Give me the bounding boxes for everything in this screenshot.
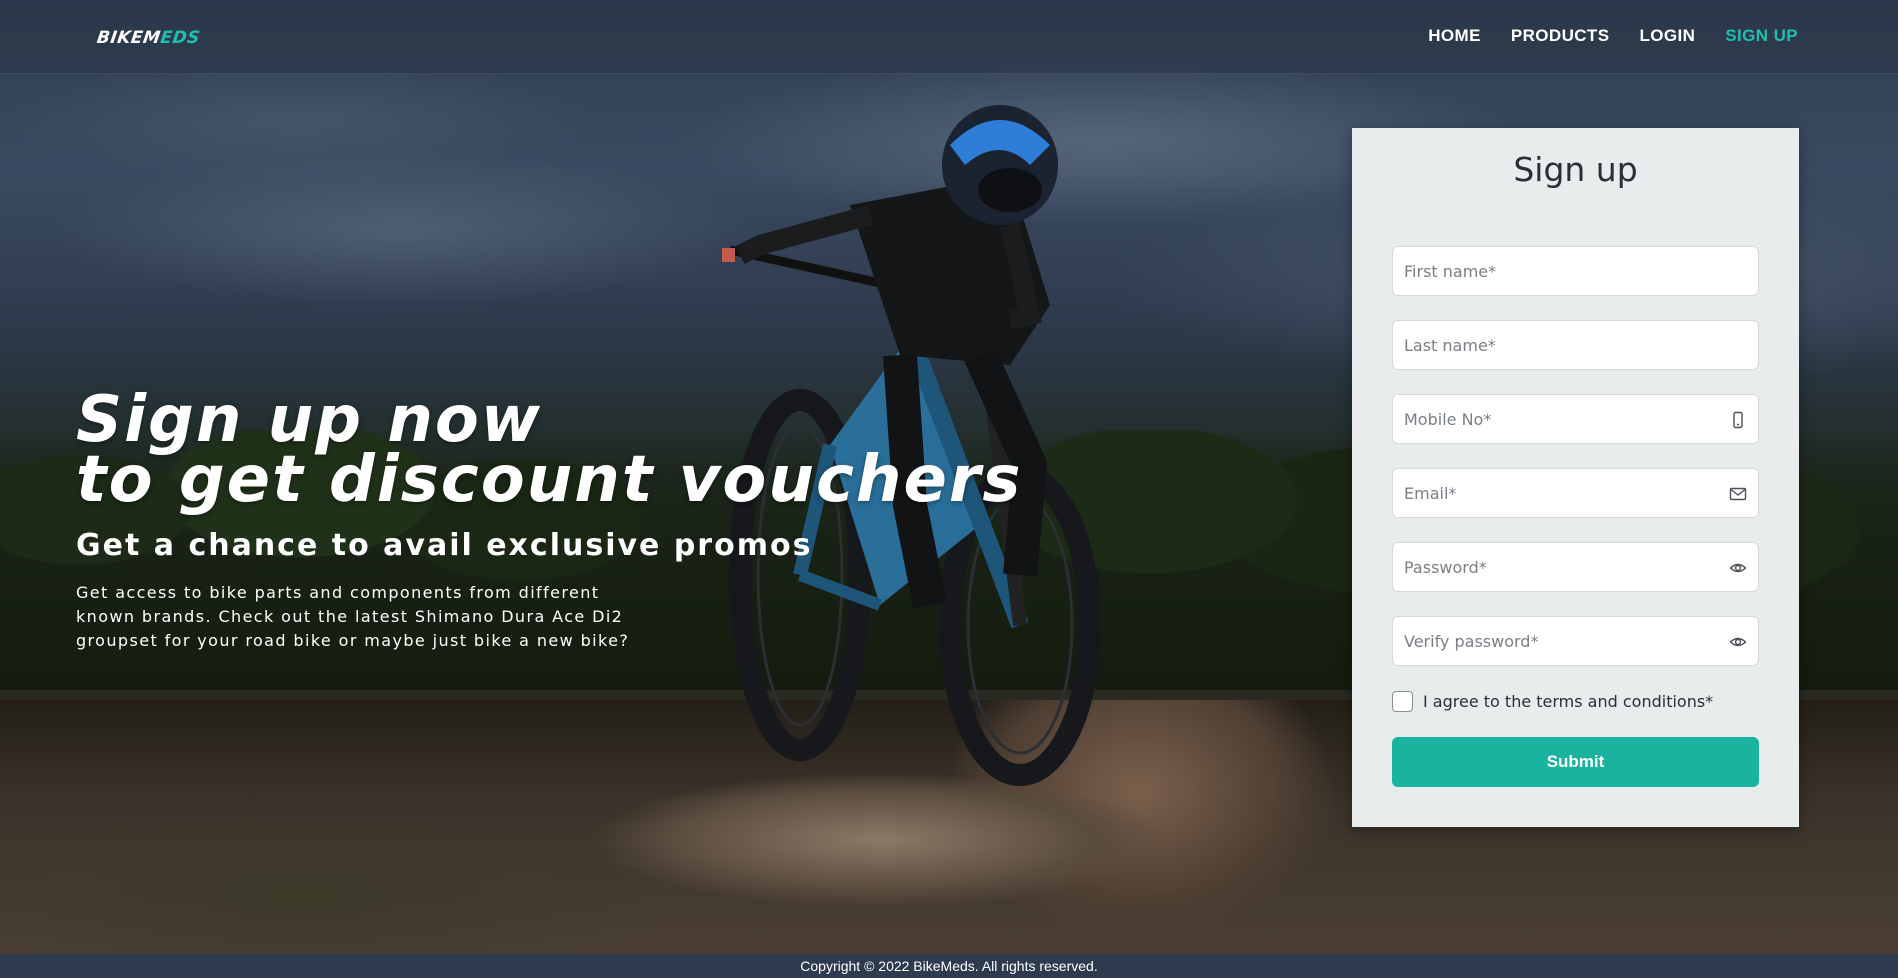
mail-icon <box>1729 487 1747 501</box>
signup-form: Sign up I agree to <box>1352 128 1799 827</box>
terms-checkbox[interactable] <box>1392 691 1413 712</box>
submit-button[interactable]: Submit <box>1392 737 1759 787</box>
headline-line-2: to get discount vouchers <box>76 443 1023 517</box>
nav-products-link[interactable]: PRODUCTS <box>1511 26 1610 46</box>
terms-label[interactable]: I agree to the terms and conditions* <box>1423 692 1713 711</box>
hero-headline: Sign up now to get discount vouchers <box>76 383 1036 517</box>
last-name-input[interactable] <box>1393 321 1758 369</box>
email-input[interactable] <box>1393 469 1758 517</box>
first-name-field <box>1392 246 1759 296</box>
copyright-text: Copyright © 2022 BikeMeds. All rights re… <box>800 958 1098 974</box>
headline-line-1: Sign up now <box>76 383 542 457</box>
hero-body-text: Get access to bike parts and components … <box>76 583 630 650</box>
mobile-field <box>1392 394 1759 444</box>
main-nav: HOME PRODUCTS LOGIN SIGN UP <box>1428 26 1798 46</box>
terms-row: I agree to the terms and conditions* <box>1392 691 1713 712</box>
brand-logo[interactable]: BIKEMEDS <box>96 28 202 48</box>
hero-text-block: Sign up now to get discount vouchers Get… <box>76 383 1036 653</box>
eye-icon[interactable] <box>1729 633 1747 651</box>
last-name-field <box>1392 320 1759 370</box>
verify-password-field <box>1392 616 1759 666</box>
nav-login-link[interactable]: LOGIN <box>1639 26 1695 46</box>
first-name-input[interactable] <box>1393 247 1758 295</box>
mobile-input[interactable] <box>1393 395 1758 443</box>
nav-home-link[interactable]: HOME <box>1428 26 1481 46</box>
nav-signup-link[interactable]: SIGN UP <box>1725 26 1798 46</box>
phone-icon <box>1733 411 1743 429</box>
password-field <box>1392 542 1759 592</box>
top-navbar: BIKEMEDS HOME PRODUCTS LOGIN SIGN UP <box>0 0 1898 74</box>
password-input[interactable] <box>1393 543 1758 591</box>
eye-icon[interactable] <box>1729 559 1747 577</box>
hero-subheading: Get a chance to avail exclusive promos <box>76 528 813 563</box>
form-title: Sign up <box>1513 150 1638 189</box>
verify-password-input[interactable] <box>1393 617 1758 665</box>
email-field <box>1392 468 1759 518</box>
logo-accent-text: EDS <box>159 28 202 48</box>
footer: Copyright © 2022 BikeMeds. All rights re… <box>0 954 1898 978</box>
logo-main-text: BIKEM <box>95 28 162 48</box>
